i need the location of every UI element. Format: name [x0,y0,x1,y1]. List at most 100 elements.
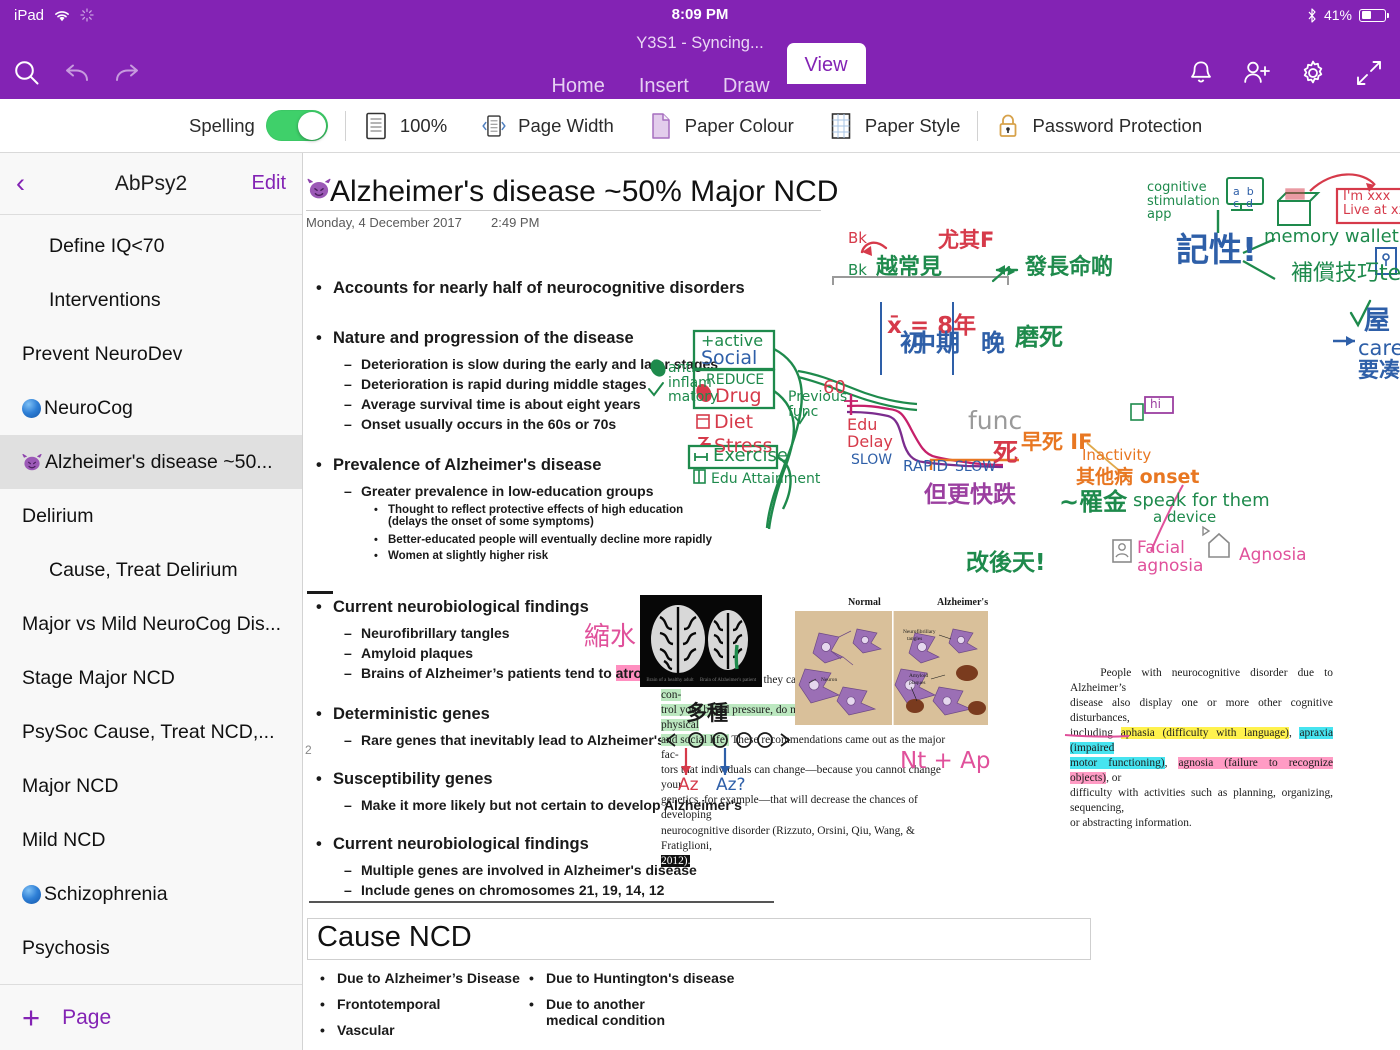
sidebar-item-label: Delirium [22,504,94,527]
annot-memory-cjk: 記性! [1176,230,1258,269]
slide2-sub-1: Neurofibrillary tangles [344,625,510,641]
zoom-group[interactable]: 100% [346,108,464,144]
tab-home[interactable]: Home [534,73,621,99]
svg-text:Amyloid: Amyloid [909,673,928,679]
page-width-icon [481,111,507,141]
tb2-line2: disease also display one or more other c… [1070,697,1333,725]
gear-icon[interactable] [1296,56,1330,90]
annot-slow-2: SLOW [955,459,997,475]
chevron-left-icon[interactable]: ‹ [16,170,42,197]
annot-si: 死 [993,438,1019,467]
ios-status-bar: iPad 8:09 PM 41% [0,0,1400,30]
sidebar-item-define-iq[interactable]: Define IQ<70 [0,219,302,273]
slide1-bullet-2: Nature and progression of the disease [316,329,634,348]
sidebar-item-interventions[interactable]: Interventions [0,273,302,327]
header-right-tools [1184,56,1386,90]
edit-button[interactable]: Edit [252,172,286,195]
svg-text:Neuron: Neuron [821,677,837,683]
caption-normal: Normal [848,597,881,608]
note-date: Monday, 4 December 2017 [306,215,462,230]
sidebar-item-major-vs-mild[interactable]: Major vs Mild NeuroCog Dis... [0,597,302,651]
textbook-excerpt-2: People with neurocognitive disorder due … [1070,666,1333,832]
add-person-icon[interactable] [1240,56,1274,90]
slide1-sub-3: Average survival time is about eight yea… [344,396,641,412]
page-width-group[interactable]: Page Width [464,108,631,144]
sidebar-item-psychosis[interactable]: Psychosis [0,921,302,975]
annot-slow-1: SLOW [851,452,893,468]
slide2-bullet-2: Deterministic genes [316,705,490,724]
sidebar-item-cause-treat-delirium[interactable]: Cause, Treat Delirium [0,543,302,597]
expand-icon[interactable] [1352,56,1386,90]
annot-antiinflam: anti– inflam matory [668,360,719,406]
annot-yuechangjian: 越常見 [876,255,943,280]
slide2-bottom-rule [309,901,774,903]
sidebar-item-label: Interventions [49,288,161,311]
tb2-line6: or abstracting information. [1070,817,1192,830]
plus-icon: + [22,1000,41,1035]
slide1-subsub-1: Thought to reflect protective effects of… [374,504,688,528]
svg-text:plaques: plaques [909,680,925,686]
sidebar-item-schizophrenia[interactable]: Schizophrenia [0,867,302,921]
annot-right-edge-cjk: 屋 [1364,306,1391,336]
paper-style-group[interactable]: Paper Style [811,108,978,144]
title-rule [306,210,821,211]
sidebar-item-major-ncd[interactable]: Major NCD [0,759,302,813]
sidebar-item-psysoc-cause[interactable]: PsySoc Cause, Treat NCD,... [0,705,302,759]
annot-cog-stim-app: cognitive stimulation app [1147,180,1220,223]
tab-draw[interactable]: Draw [706,73,787,99]
slide2-bullet-3: Susceptibility genes [316,770,492,789]
slide-page-number: 2 [305,743,312,757]
cause-col1-item-1: Due to Alzheimer’s Disease [320,970,520,986]
sidebar-item-alzheimers[interactable]: Alzheimer's disease ~50... [0,435,302,489]
annot-id-card-text: I'm xxx Live at xx [1343,189,1400,218]
sidebar-header: ‹ AbPsy2 Edit [0,153,302,215]
annot-az: Az [678,775,699,795]
battery-icon [1359,8,1389,22]
zoom-level-label: 100% [399,114,448,136]
sidebar-item-neurocog[interactable]: NeuroCog [0,381,302,435]
page-lines-icon [363,111,389,141]
sidebar-item-label: PsySoc Cause, Treat NCD,... [22,720,275,743]
sidebar-item-prevent-neurodev[interactable]: Prevent NeuroDev [0,327,302,381]
slide1-bullet-1: Accounts for nearly half of neurocogniti… [316,279,745,298]
slide2-sub-2: Amyloid plaques [344,645,473,661]
tb2-line5: difficulty with activities such as plann… [1070,787,1333,815]
annot-memory-wallet: memory wallet [1264,226,1399,247]
annot-facial-agnosia: Facial agnosia [1137,538,1204,576]
slide1-bullet-3: Prevalence of Alzheimer's disease [316,456,601,475]
tab-insert[interactable]: Insert [622,73,706,99]
password-protection-group[interactable]: Password Protection [978,108,1219,144]
notes-sidebar: ‹ AbPsy2 Edit Define IQ<70 Interventions… [0,153,303,1050]
sidebar-item-delirium[interactable]: Delirium [0,489,302,543]
svg-text:Neurofibrillary: Neurofibrillary [903,628,936,635]
paper-colour-label: Paper Colour [684,114,794,136]
slide2-bullet-4: Current neurobiological findings [316,835,589,854]
note-canvas[interactable]: Alzheimer's disease ~50% Major NCD Monda… [303,153,1400,1050]
spelling-group: Spelling [172,108,345,144]
battery-percent: 41% [1323,7,1352,23]
annot-mosi: 磨死 [1015,323,1063,351]
add-page-button[interactable]: + Page [0,984,302,1050]
slide2-sub-7: Include genes on chromosomes 21, 19, 14,… [344,882,664,898]
bell-icon[interactable] [1184,56,1218,90]
note-time: 2:49 PM [491,215,540,230]
annot-take-care: 要凑住 [1358,358,1400,382]
cause-col1-item-2: Frontotemporal [320,996,441,1012]
sidebar-list[interactable]: Define IQ<70 Interventions Prevent Neuro… [0,215,302,984]
sidebar-item-label: Major NCD [22,774,119,797]
annot-agnosia: Agnosia [1239,545,1307,565]
sidebar-item-stage-major-ncd[interactable]: Stage Major NCD [0,651,302,705]
cause-col2-item-2: Due to another medical condition [529,996,696,1028]
page-title[interactable]: Alzheimer's disease ~50% Major NCD [330,175,838,209]
sidebar-item-mild-ncd[interactable]: Mild NCD [0,813,302,867]
annot-faster-drop: 但更快跌 [924,482,1016,508]
spelling-toggle[interactable] [265,110,328,141]
annot-nt-plus-ap: Nt + Ap [900,748,991,774]
annot-caregiver: caregiver [1358,336,1400,360]
tab-view[interactable]: View [786,43,866,84]
sidebar-item-label: Cause, Treat Delirium [49,558,238,581]
document-title: Y3S1 - Syncing... [636,34,764,52]
spelling-label: Spelling [189,114,255,136]
blue-circle-emoji-icon [22,884,41,904]
paper-colour-group[interactable]: Paper Colour [631,108,811,144]
